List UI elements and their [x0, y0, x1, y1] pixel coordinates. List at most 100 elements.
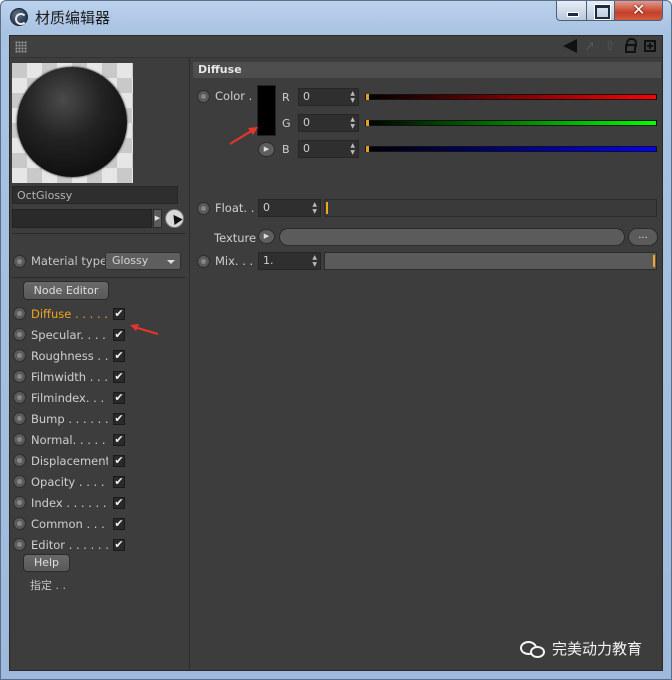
b-value-field[interactable]: 0 ▲ ▼ — [298, 140, 359, 158]
channel-enable-checkbox[interactable]: ✔ — [113, 328, 125, 341]
spin-arrows-icon[interactable]: ▲ ▼ — [312, 201, 317, 215]
channel-item[interactable]: Common . . . . ✔ — [13, 513, 125, 534]
channel-enable-checkbox[interactable]: ✔ — [113, 454, 125, 467]
channel-radio[interactable] — [13, 475, 26, 488]
channel-enable-checkbox[interactable]: ✔ — [113, 349, 125, 362]
up-arrow-icon[interactable]: ⇧ — [602, 38, 618, 54]
channel-radio[interactable] — [13, 433, 26, 446]
mix-value-field[interactable]: 1. ▲ ▼ — [258, 252, 321, 270]
texture-expand-arrow-icon[interactable]: ▶ — [258, 229, 275, 244]
material-type-radio[interactable] — [13, 254, 26, 268]
grip-icon[interactable] — [15, 41, 27, 53]
texture-browse-button[interactable]: ... — [628, 228, 658, 246]
channel-label[interactable]: Specular. . . . . — [31, 328, 108, 342]
spin-arrows-icon[interactable]: ▲ ▼ — [350, 116, 355, 130]
spin-arrows-icon[interactable]: ▲ ▼ — [350, 90, 355, 104]
slider-knob[interactable] — [366, 94, 369, 100]
texture-field[interactable] — [279, 228, 625, 246]
close-button[interactable]: ✕ — [615, 0, 663, 21]
b-slider[interactable] — [365, 146, 657, 152]
color-radio[interactable] — [197, 89, 210, 103]
help-button[interactable]: Help — [23, 554, 70, 572]
channel-radio[interactable] — [13, 370, 26, 383]
material-preview[interactable] — [12, 63, 133, 183]
toolbar-icons: ➚ ⇧ — [562, 38, 658, 54]
channel-item[interactable]: Diffuse . . . . . ✔ — [13, 303, 125, 324]
channel-label[interactable]: Bump . . . . . . . — [31, 412, 108, 426]
color-expand-arrow-icon[interactable]: ▶ — [258, 142, 275, 157]
channel-enable-checkbox[interactable]: ✔ — [113, 538, 125, 551]
float-slider[interactable] — [324, 199, 657, 217]
window-controls: ✕ — [556, 0, 663, 21]
channel-enable-checkbox[interactable]: ✔ — [113, 517, 125, 530]
channel-radio[interactable] — [13, 391, 26, 404]
channel-enable-checkbox[interactable]: ✔ — [113, 475, 125, 488]
mix-slider[interactable] — [324, 252, 657, 270]
material-type-select[interactable]: Glossy — [105, 252, 181, 270]
material-name-field[interactable]: OctGlossy — [12, 186, 178, 204]
forward-arrow-icon[interactable]: ➚ — [582, 38, 598, 54]
channel-label[interactable]: Diffuse . . . . . — [31, 307, 108, 321]
slider-knob[interactable] — [326, 202, 328, 214]
channel-enable-checkbox[interactable]: ✔ — [113, 412, 125, 425]
channel-enable-checkbox[interactable]: ✔ — [113, 370, 125, 383]
preview-sphere — [17, 67, 127, 177]
channel-item[interactable]: Bump . . . . . . . ✔ — [13, 408, 125, 429]
channel-label[interactable]: Roughness . . — [31, 349, 108, 363]
color-swatch[interactable] — [257, 85, 276, 136]
mix-row: Mix. . . — [197, 254, 253, 268]
channel-item[interactable]: Displacement ✔ — [13, 450, 125, 471]
maximize-button[interactable] — [587, 1, 615, 21]
node-editor-button[interactable]: Node Editor — [23, 281, 109, 300]
float-value-field[interactable]: 0 ▲ ▼ — [258, 199, 321, 217]
channel-label[interactable]: Displacement — [31, 454, 108, 468]
channel-item[interactable]: Filmwidth . . . ✔ — [13, 366, 125, 387]
lock-icon[interactable] — [622, 38, 638, 54]
channel-radio[interactable] — [13, 412, 26, 425]
channel-enable-checkbox[interactable]: ✔ — [113, 496, 125, 509]
g-slider[interactable] — [365, 120, 657, 126]
r-value-field[interactable]: 0 ▲ ▼ — [298, 88, 359, 106]
channel-enable-checkbox[interactable]: ✔ — [113, 433, 125, 446]
material-link-field[interactable] — [12, 209, 152, 228]
new-panel-icon[interactable] — [642, 38, 658, 54]
title-bar[interactable]: 材质编辑器 ✕ — [1, 0, 671, 35]
channel-radio[interactable] — [13, 307, 26, 320]
channel-label[interactable]: Filmindex. . . . — [31, 391, 108, 405]
annotation-arrow — [229, 127, 258, 145]
slider-knob[interactable] — [366, 146, 369, 152]
channel-label[interactable]: Editor . . . . . . . — [31, 538, 108, 552]
channel-item[interactable]: Roughness . . ✔ — [13, 345, 125, 366]
channel-item[interactable]: Normal. . . . . . ✔ — [13, 429, 125, 450]
channel-label[interactable]: Index . . . . . . . — [31, 496, 108, 510]
channel-item[interactable]: Index . . . . . . . ✔ — [13, 492, 125, 513]
channel-enable-checkbox[interactable]: ✔ — [113, 307, 125, 320]
channel-radio[interactable] — [13, 454, 26, 467]
channel-item[interactable]: Filmindex. . . . ✔ — [13, 387, 125, 408]
mix-radio[interactable] — [197, 254, 210, 268]
channel-radio[interactable] — [13, 496, 26, 509]
r-slider[interactable] — [365, 94, 657, 100]
pick-cursor-icon[interactable] — [165, 209, 184, 228]
channel-radio[interactable] — [13, 517, 26, 530]
channel-radio[interactable] — [13, 328, 26, 341]
spin-arrows-icon[interactable]: ▲ ▼ — [350, 142, 355, 156]
channel-item[interactable]: Opacity . . . . . ✔ — [13, 471, 125, 492]
channel-item[interactable]: Specular. . . . . ✔ — [13, 324, 125, 345]
back-arrow-icon[interactable] — [562, 38, 578, 54]
channel-item[interactable]: Editor . . . . . . . ✔ — [13, 534, 125, 555]
link-expand-arrow-icon[interactable]: ▶ — [153, 209, 162, 228]
g-value-field[interactable]: 0 ▲ ▼ — [298, 114, 359, 132]
minimize-button[interactable] — [556, 1, 587, 21]
float-radio[interactable] — [197, 201, 210, 215]
channel-radio[interactable] — [13, 538, 26, 551]
channel-enable-checkbox[interactable]: ✔ — [113, 391, 125, 404]
slider-knob[interactable] — [653, 255, 655, 267]
slider-knob[interactable] — [366, 120, 369, 126]
channel-label[interactable]: Opacity . . . . . — [31, 475, 108, 489]
channel-radio[interactable] — [13, 349, 26, 362]
spin-arrows-icon[interactable]: ▲ ▼ — [312, 254, 317, 268]
channel-label[interactable]: Common . . . . — [31, 517, 108, 531]
channel-label[interactable]: Normal. . . . . . — [31, 433, 108, 447]
channel-label[interactable]: Filmwidth . . . — [31, 370, 108, 384]
